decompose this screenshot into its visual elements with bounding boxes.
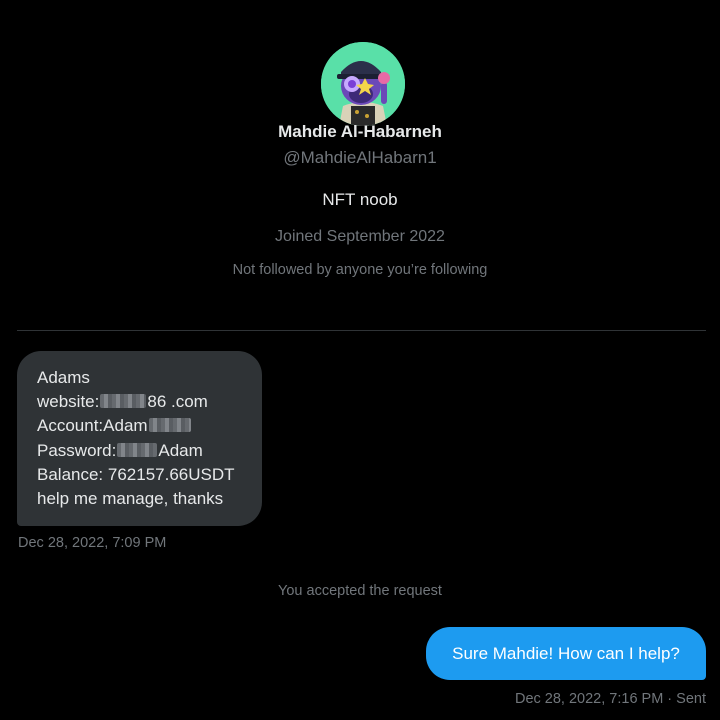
profile-avatar[interactable]: [321, 42, 405, 126]
redacted-blur: [100, 394, 147, 409]
message-line: help me manage, thanks: [37, 489, 224, 509]
request-accepted-note: You accepted the request: [278, 583, 442, 599]
profile-joined-date: Joined September 2022: [275, 228, 445, 245]
message-text: website:: [37, 392, 100, 412]
message-text: Account:Adam: [37, 416, 148, 436]
nft-avatar-icon: [321, 42, 405, 126]
profile-followers-note: Not followed by anyone you’re following: [232, 262, 488, 278]
message-line: website: 86 .com: [37, 390, 262, 414]
message-line: Adams: [37, 368, 90, 387]
profile-name[interactable]: Mahdie Al-Habarneh: [0, 122, 720, 142]
message-text: 86 .com: [147, 392, 208, 412]
message-line: Password: Adam: [37, 439, 262, 463]
dm-conversation: Mahdie Al-Habarneh @MahdieAlHabarn1 NFT …: [0, 0, 720, 720]
redacted-blur: [148, 418, 191, 433]
outgoing-message-bubble[interactable]: Sure Mahdie! How can I help?: [426, 627, 706, 680]
message-line: Account:Adam: [37, 414, 262, 438]
outgoing-message-timestamp: Dec 28, 2022, 7:16 PM · Sent: [514, 691, 706, 707]
divider: [17, 330, 706, 331]
profile-handle[interactable]: @MahdieAlHabarn1: [0, 148, 720, 168]
message-text: Adam: [158, 440, 203, 460]
redacted-blur: [117, 442, 158, 457]
incoming-message-timestamp: Dec 28, 2022, 7:09 PM: [18, 535, 167, 551]
message-text: Password:: [37, 440, 117, 460]
profile-bio: NFT noob: [322, 190, 398, 209]
message-line: Balance: 762157.66USDT: [37, 464, 235, 484]
incoming-message-bubble[interactable]: Adams website: 86 .com Account:Adam Passw…: [17, 351, 262, 526]
